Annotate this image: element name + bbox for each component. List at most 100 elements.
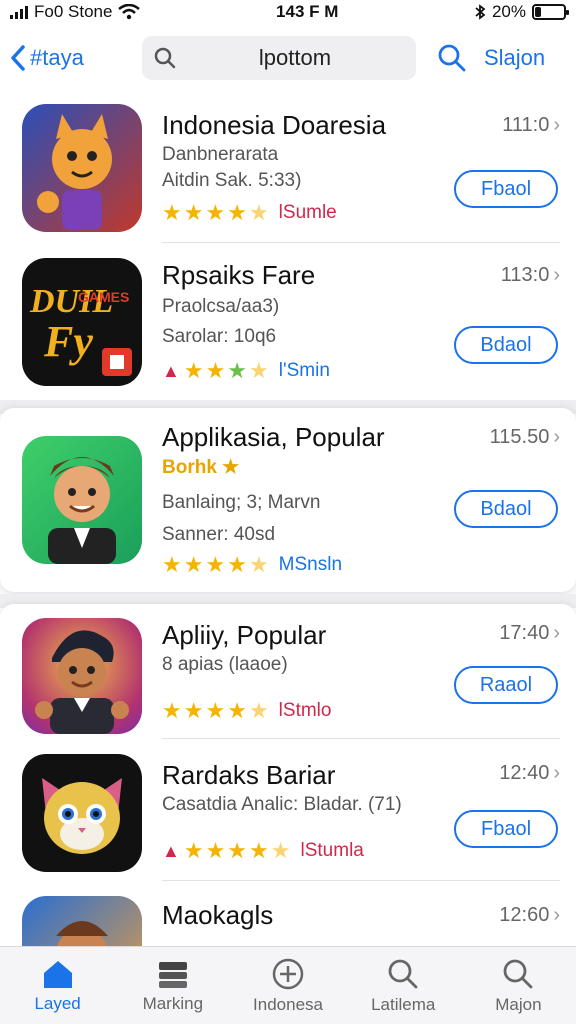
app-subtitle: Sarolar: 10q6 xyxy=(162,326,277,347)
app-title: Maokagls xyxy=(162,900,274,930)
star-icon: ★ xyxy=(183,200,204,225)
tab-indonesa[interactable]: Indonesa xyxy=(230,947,345,1024)
rating: ▲ ★ ★ ★ ★ l'Smin xyxy=(162,360,330,382)
divider xyxy=(162,738,560,739)
divider xyxy=(162,880,560,881)
rating: ★ ★ ★ ★ ★ lStmlo xyxy=(162,700,331,722)
get-button[interactable]: Fbaol xyxy=(454,170,558,208)
tab-label: Indonesa xyxy=(253,994,323,1014)
star-half-icon: ★ xyxy=(270,838,291,863)
app-list-card: Apliiy, Popular 17:40 › 8 apias (laaoe) R… xyxy=(0,604,576,964)
tab-marking[interactable]: Marking xyxy=(115,947,230,1024)
search-text: lpottom xyxy=(258,45,332,70)
app-size: 115.50 › xyxy=(489,426,560,448)
back-label: #taya xyxy=(30,45,84,70)
star-icon: ★ xyxy=(183,698,204,723)
tab-layed[interactable]: Layed xyxy=(0,947,115,1024)
battery-icon xyxy=(532,4,569,20)
app-icon-fox xyxy=(22,104,142,232)
app-icon-cat xyxy=(22,754,142,872)
app-size: 12:40 › xyxy=(499,762,560,784)
bluetooth-icon xyxy=(475,4,486,20)
app-subtitle: Banlaing; 3; Marvn xyxy=(162,492,321,513)
tab-majon[interactable]: Majon xyxy=(461,947,576,1024)
app-size: 17:40 › xyxy=(499,622,560,644)
star-icon: ★ xyxy=(162,200,182,225)
home-icon xyxy=(43,960,72,988)
get-button[interactable]: Raaol xyxy=(454,666,558,704)
list-item[interactable]: Apliiy, Popular 17:40 › 8 apias (laaoe) R… xyxy=(0,604,576,744)
star-icon: ★ xyxy=(205,200,226,225)
icon-logo-text: Fy xyxy=(43,317,93,366)
chevron-left-icon xyxy=(11,45,25,71)
app-size: 12:60 › xyxy=(499,904,560,926)
app-icon-game-logo: DUIL GAMES Fy xyxy=(22,258,142,386)
carrier-name: Fo0 Stone xyxy=(34,2,113,21)
star-icon: ★ xyxy=(227,200,247,225)
tab-latilema[interactable]: Latilema xyxy=(346,947,461,1024)
get-button[interactable]: Bdaol xyxy=(454,326,558,364)
star-icon: ★ xyxy=(205,838,226,863)
app-subtitle: Sanner: 40sd xyxy=(162,524,276,545)
status-time: 143 F M xyxy=(276,2,339,21)
star-icon: ★ xyxy=(216,457,240,478)
app-icon-character xyxy=(22,436,142,564)
list-item[interactable]: Indonesia Doaresia 111:0 › Danbnerarata A… xyxy=(0,94,576,244)
star-icon: ★ xyxy=(249,838,269,863)
back-button[interactable]: #taya xyxy=(10,44,130,72)
bag-icon: ▲ xyxy=(162,360,180,381)
star-icon: ★ xyxy=(205,552,226,577)
divider xyxy=(162,242,560,243)
tab-label: Latilema xyxy=(371,994,436,1014)
battery-percent: 20% xyxy=(491,2,526,21)
app-subtitle: Borhk ★ xyxy=(162,457,240,478)
list-item[interactable]: Rardaks Bariar 12:40 › Casatdia Analic: B… xyxy=(0,744,576,884)
star-icon: ★ xyxy=(227,358,248,383)
app-subtitle: 8 apias (laaoe) xyxy=(162,654,288,675)
app-title: Rpsaiks Fare xyxy=(162,260,316,290)
featured-card[interactable]: Applikasia, Popular 115.50 › Borhk ★ Banl… xyxy=(0,408,576,592)
star-icon: ★ xyxy=(183,358,204,383)
star-icon: ★ xyxy=(227,552,247,577)
signal-icon xyxy=(10,5,28,19)
star-icon: ★ xyxy=(227,698,247,723)
star-half-icon: ★ xyxy=(248,552,269,577)
star-icon: ★ xyxy=(205,358,226,383)
star-icon: ★ xyxy=(183,552,204,577)
star-icon: ★ xyxy=(162,552,182,577)
list-item[interactable]: DUIL GAMES Fy Rpsaiks Fare 113:0 › Praolc… xyxy=(0,246,576,398)
app-subtitle: Aitdin Sak. 5:33) xyxy=(162,170,302,191)
app-subtitle: Casatdia Analic: Bladar. (71) xyxy=(162,794,402,815)
star-icon: ★ xyxy=(183,838,204,863)
app-title: Applikasia, Popular xyxy=(162,422,385,452)
rating: ★ ★ ★ ★ ★ MSnsln xyxy=(162,554,342,576)
app-title: Apliiy, Popular xyxy=(162,620,327,650)
app-icon-character xyxy=(22,618,142,734)
rating-label: lStmlo xyxy=(278,700,332,721)
app-title: Indonesia Doaresia xyxy=(162,110,387,140)
rating: ★ ★ ★ ★ ★ lSumle xyxy=(162,202,337,224)
app-subtitle: Danbnerarata xyxy=(162,144,279,165)
get-button[interactable]: Fbaol xyxy=(454,810,558,848)
app-title: Rardaks Bariar xyxy=(162,760,336,790)
nav-right-button[interactable]: Slajon xyxy=(484,45,545,71)
star-half-icon: ★ xyxy=(248,200,269,225)
search-icon xyxy=(504,959,533,988)
plus-circle-icon xyxy=(272,958,304,989)
search-icon[interactable] xyxy=(438,44,466,72)
rating-label: MSnsln xyxy=(278,554,343,575)
rating: ▲ ★ ★ ★ ★ ★ lStumla xyxy=(162,840,364,862)
rating-label: l'Smin xyxy=(278,360,330,381)
search-field[interactable]: lpottom xyxy=(142,36,416,80)
bag-icon: ▲ xyxy=(162,840,180,861)
app-size: 111:0 › xyxy=(502,114,560,136)
star-half-icon: ★ xyxy=(248,698,269,723)
stack-icon xyxy=(158,961,187,988)
app-size: 113:0 › xyxy=(500,264,560,286)
wifi-icon xyxy=(118,4,141,20)
tab-label: Majon xyxy=(495,994,542,1014)
search-icon xyxy=(154,47,176,69)
get-button[interactable]: Bdaol xyxy=(454,490,558,528)
search-icon xyxy=(388,959,418,988)
status-bar: Fo0 Stone 143 F M 20% xyxy=(0,0,576,24)
